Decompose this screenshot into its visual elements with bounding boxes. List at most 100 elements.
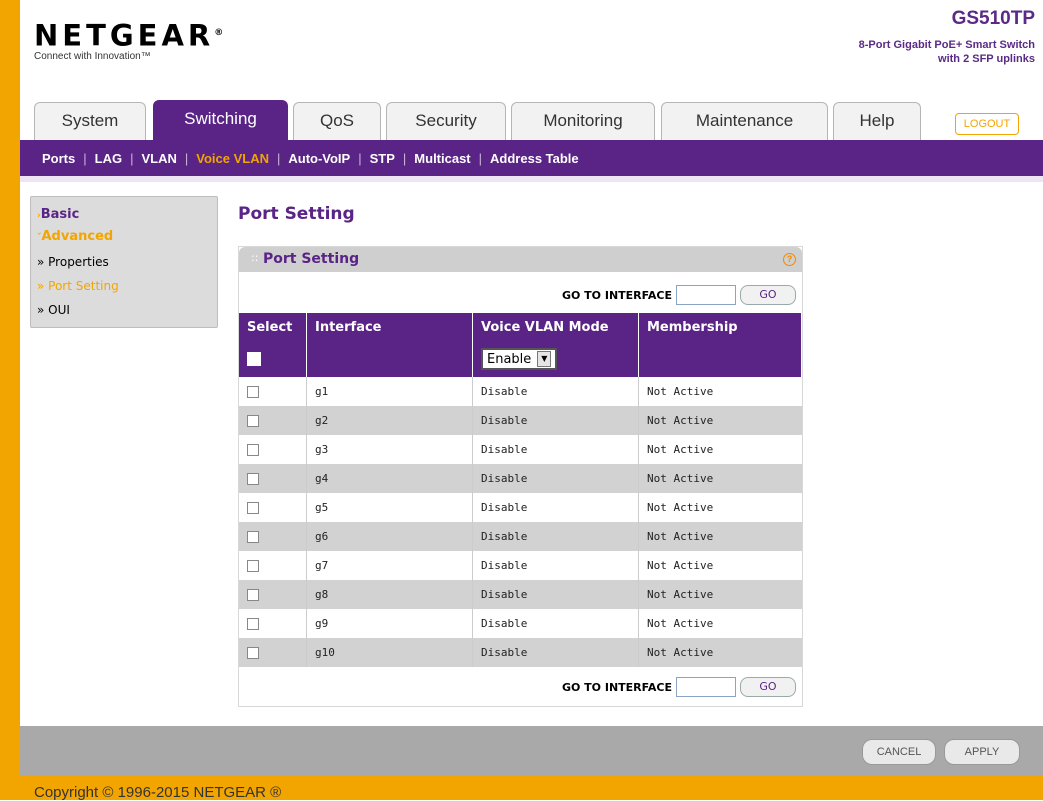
table-row: g7 Disable Not Active: [239, 551, 802, 580]
goto-interface-input[interactable]: [676, 677, 736, 697]
sidebar-item-port-setting[interactable]: » Port Setting: [37, 279, 119, 293]
sub-navigation: Ports | LAG | VLAN | Voice VLAN | Auto-VoIP |…: [20, 140, 1043, 176]
subnav-voice-vlan[interactable]: Voice VLAN: [188, 151, 277, 166]
goto-interface-label: GO TO INTERFACE: [561, 288, 672, 302]
row-checkbox[interactable]: [247, 385, 259, 398]
mode-cell: Disable: [473, 464, 639, 493]
row-checkbox[interactable]: [247, 617, 259, 630]
interface-cell: g5: [307, 493, 473, 522]
panel-header: :: Port Setting ?: [239, 247, 802, 272]
table-row: g1 Disable Not Active: [239, 377, 802, 406]
help-icon[interactable]: ?: [783, 253, 796, 266]
netgear-logo: NETGEAR®: [34, 18, 224, 53]
column-header-select: Select: [239, 313, 307, 341]
mode-cell: Disable: [473, 638, 639, 667]
tab-help[interactable]: Help: [833, 102, 921, 140]
table-row: g4 Disable Not Active: [239, 464, 802, 493]
goto-interface-input[interactable]: [676, 285, 736, 305]
left-accent-bar: [0, 0, 20, 800]
subnav-address-table[interactable]: Address Table: [482, 151, 587, 166]
table-row: g5 Disable Not Active: [239, 493, 802, 522]
subnav-stp[interactable]: STP: [362, 151, 403, 166]
interface-cell: g8: [307, 580, 473, 609]
goto-interface-label: GO TO INTERFACE: [561, 680, 672, 694]
membership-cell: Not Active: [647, 443, 714, 456]
tab-maintenance[interactable]: Maintenance: [661, 102, 828, 140]
cancel-button[interactable]: CANCEL: [862, 739, 936, 765]
row-checkbox[interactable]: [247, 414, 259, 427]
select-all-checkbox[interactable]: [247, 352, 261, 366]
sidebar-item-advanced[interactable]: ˇAdvanced: [37, 229, 113, 244]
interface-cell: g9: [307, 609, 473, 638]
row-checkbox[interactable]: [247, 588, 259, 601]
subnav-vlan[interactable]: VLAN: [133, 151, 184, 166]
copyright-bar: Copyright © 1996-2015 NETGEAR ®: [20, 776, 1043, 801]
membership-cell: Not Active: [647, 414, 714, 427]
tab-qos[interactable]: QoS: [293, 102, 381, 140]
header: NETGEAR® Connect with Innovation™ GS510T…: [20, 0, 1043, 96]
row-checkbox[interactable]: [247, 646, 259, 659]
panel-title: Port Setting: [263, 251, 360, 267]
goto-interface-top: GO TO INTERFACE GO: [562, 283, 796, 307]
tab-security[interactable]: Security: [386, 102, 506, 140]
mode-cell: Disable: [473, 493, 639, 522]
column-header-voice-vlan-mode: Voice VLAN Mode: [473, 313, 639, 341]
interface-cell: g4: [307, 464, 473, 493]
action-bar: CANCEL APPLY: [20, 726, 1043, 776]
interface-cell: g10: [307, 638, 473, 667]
apply-button[interactable]: APPLY: [944, 739, 1020, 765]
tagline: Connect with Innovation™: [34, 51, 151, 62]
mode-cell: Disable: [473, 377, 639, 406]
row-checkbox[interactable]: [247, 443, 259, 456]
tab-monitoring[interactable]: Monitoring: [511, 102, 655, 140]
interface-cell: g1: [307, 377, 473, 406]
mode-cell: Disable: [473, 580, 639, 609]
subnav-lag[interactable]: LAG: [87, 151, 130, 166]
tab-system[interactable]: System: [34, 102, 146, 140]
table-row: g8 Disable Not Active: [239, 580, 802, 609]
row-checkbox[interactable]: [247, 472, 259, 485]
main-tabs: System Switching QoS Security Monitoring…: [20, 100, 1043, 140]
tab-switching[interactable]: Switching: [153, 100, 288, 140]
membership-cell: Not Active: [647, 559, 714, 572]
row-checkbox[interactable]: [247, 530, 259, 543]
table-row: g6 Disable Not Active: [239, 522, 802, 551]
table-row: g10 Disable Not Active: [239, 638, 802, 667]
interface-cell: g6: [307, 522, 473, 551]
subnav-auto-voip[interactable]: Auto-VoIP: [280, 151, 358, 166]
subnav-ports[interactable]: Ports: [34, 151, 83, 166]
table-row: g9 Disable Not Active: [239, 609, 802, 638]
sidebar-item-properties[interactable]: » Properties: [37, 255, 109, 269]
mode-cell: Disable: [473, 551, 639, 580]
sidebar-item-oui[interactable]: » OUI: [37, 303, 70, 317]
row-checkbox[interactable]: [247, 501, 259, 514]
filter-row: Enable ▼: [239, 341, 802, 377]
subnav-multicast[interactable]: Multicast: [406, 151, 478, 166]
membership-cell: Not Active: [647, 588, 714, 601]
mode-cell: Disable: [473, 522, 639, 551]
membership-cell: Not Active: [647, 617, 714, 630]
row-checkbox[interactable]: [247, 559, 259, 572]
voice-vlan-mode-select[interactable]: Enable ▼: [481, 348, 558, 370]
table-row: g2 Disable Not Active: [239, 406, 802, 435]
main-content: ›Basic ˇAdvanced » Properties » Port Set…: [20, 176, 1043, 726]
interface-cell: g7: [307, 551, 473, 580]
drag-handle-icon: ::: [251, 251, 259, 264]
go-button[interactable]: GO: [740, 677, 796, 697]
go-button[interactable]: GO: [740, 285, 796, 305]
page-title: Port Setting: [238, 204, 355, 224]
logout-button[interactable]: LOGOUT: [955, 113, 1019, 135]
sidebar-item-basic[interactable]: ›Basic: [37, 207, 79, 222]
table-row: g3 Disable Not Active: [239, 435, 802, 464]
model-name: GS510TP: [951, 8, 1035, 29]
mode-cell: Disable: [473, 609, 639, 638]
membership-cell: Not Active: [647, 646, 714, 659]
membership-cell: Not Active: [647, 501, 714, 514]
column-header-membership: Membership: [639, 313, 802, 341]
model-description: 8-Port Gigabit PoE+ Smart Switch with 2 …: [858, 39, 1035, 65]
table-header: Select Interface Voice VLAN Mode Members…: [239, 313, 802, 341]
mode-cell: Disable: [473, 435, 639, 464]
copyright-text: Copyright © 1996-2015 NETGEAR ®: [34, 784, 282, 801]
membership-cell: Not Active: [647, 385, 714, 398]
membership-cell: Not Active: [647, 472, 714, 485]
